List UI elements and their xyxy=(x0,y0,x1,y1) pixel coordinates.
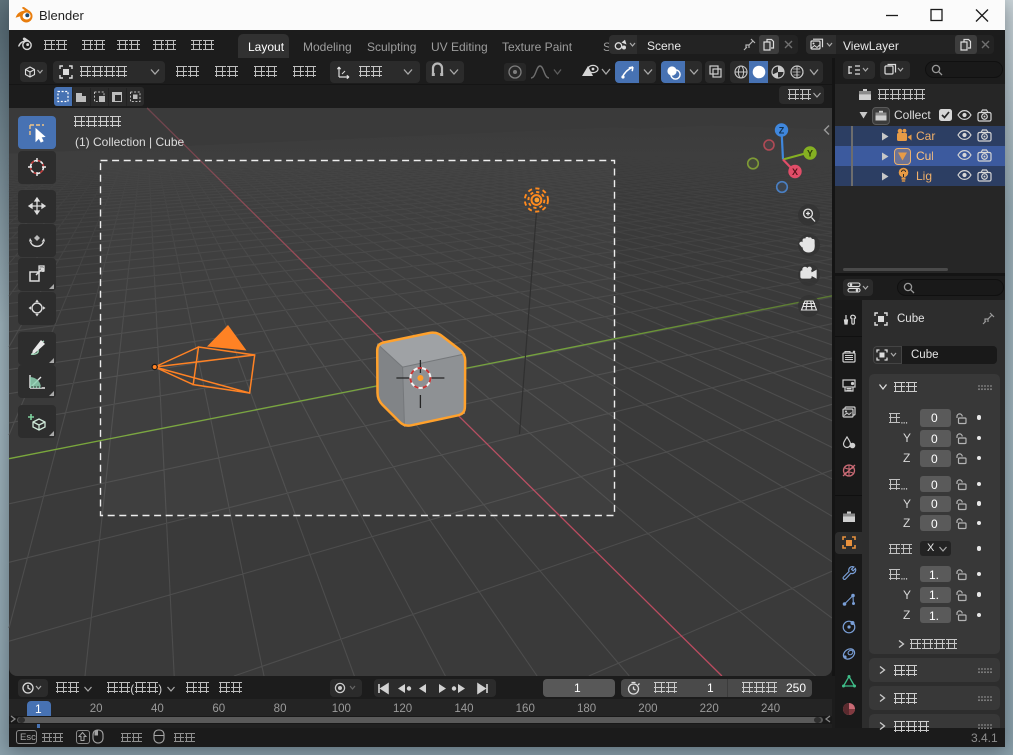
svg-text:Z: Z xyxy=(779,126,785,136)
svg-text:X: X xyxy=(792,167,798,177)
svg-text:Y: Y xyxy=(807,149,813,159)
